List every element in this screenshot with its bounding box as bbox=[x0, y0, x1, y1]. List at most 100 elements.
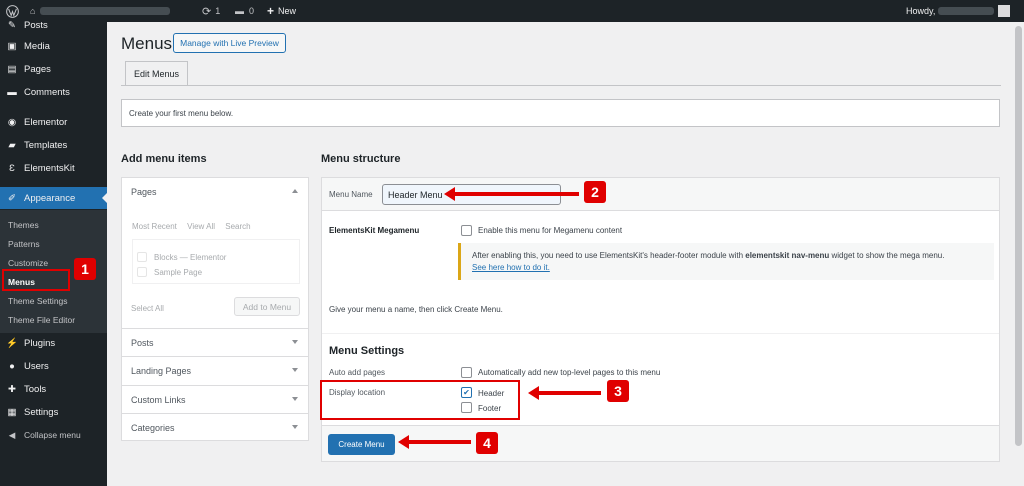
megamenu-checkbox[interactable] bbox=[461, 225, 472, 236]
account-menu[interactable]: Howdy, bbox=[906, 0, 1011, 22]
accordion-custom-links[interactable]: Custom Links bbox=[122, 385, 308, 413]
divider bbox=[322, 333, 999, 334]
add-to-menu-button[interactable]: Add to Menu bbox=[234, 297, 300, 316]
sidebar-item-comments[interactable]: ▬ Comments bbox=[0, 81, 107, 103]
updates-link[interactable]: ⟳ 1 bbox=[202, 0, 220, 22]
admin-sidebar: ✎ Posts ▣ Media ▤ Pages ▬ Comments ◉ Elemento… bbox=[0, 20, 107, 486]
folder-icon: ▰ bbox=[8, 139, 16, 151]
sidebar-item-label: Tools bbox=[24, 383, 47, 395]
megamenu-warning: After enabling this, you need to use Ele… bbox=[458, 243, 994, 280]
sidebar-item-label: Pages bbox=[24, 63, 51, 75]
annotation-badge-1: 1 bbox=[74, 258, 96, 280]
new-label: New bbox=[278, 6, 297, 16]
tab-view-all[interactable]: View All bbox=[187, 222, 215, 231]
sidebar-item-plugins[interactable]: ⚡ Plugins bbox=[0, 332, 107, 354]
sidebar-item-templates[interactable]: ▰ Templates bbox=[0, 134, 107, 156]
sidebar-item-label: Plugins bbox=[24, 337, 56, 349]
page-title: Menus bbox=[121, 34, 173, 53]
comments-link[interactable]: ▬ 0 bbox=[235, 0, 254, 22]
accordion-pages[interactable]: Pages bbox=[122, 178, 308, 206]
elementor-icon: ◉ bbox=[7, 116, 17, 128]
checkbox-page-blocks[interactable] bbox=[137, 252, 147, 262]
accordion-pages-label: Pages bbox=[131, 187, 157, 197]
sidebar-item-posts[interactable]: ✎ Posts bbox=[0, 14, 107, 36]
elementskit-icon: Ɛ bbox=[9, 162, 15, 174]
sidebar-item-label: Settings bbox=[24, 406, 59, 418]
annotation-box-menus bbox=[2, 269, 70, 291]
brush-icon: ✐ bbox=[8, 192, 16, 204]
admin-bar: ⌂ ⟳ 1 ▬ 0 + New Howdy, bbox=[0, 0, 1024, 22]
collapse-menu-button[interactable]: ◀ Collapse menu bbox=[0, 424, 107, 446]
accordion-posts[interactable]: Posts bbox=[122, 328, 308, 356]
page-option-sample: Sample Page bbox=[154, 268, 203, 277]
annotation-badge-3: 3 bbox=[607, 380, 629, 402]
warning-bold-text: elementskit nav-menu bbox=[745, 251, 830, 260]
annotation-arrow-2 bbox=[444, 187, 579, 201]
comments-count: 0 bbox=[249, 6, 255, 16]
select-all-link[interactable]: Select All bbox=[131, 304, 164, 313]
tab-edit-menus[interactable]: Edit Menus bbox=[125, 61, 188, 85]
menu-name-label: Menu Name bbox=[329, 190, 373, 199]
sidebar-item-label: Collapse menu bbox=[24, 430, 81, 440]
notice-text: Create your first menu below. bbox=[129, 108, 234, 118]
auto-add-text: Automatically add new top-level pages to… bbox=[478, 368, 661, 377]
accordion-label: Custom Links bbox=[131, 394, 186, 405]
info-notice: Create your first menu below. bbox=[121, 99, 1000, 127]
chevron-down-icon bbox=[292, 425, 298, 432]
accordion-landing-pages[interactable]: Landing Pages bbox=[122, 356, 308, 384]
pin-icon: ✎ bbox=[8, 19, 16, 31]
sidebar-item-users[interactable]: ● Users bbox=[0, 355, 107, 377]
auto-add-checkbox[interactable] bbox=[461, 367, 472, 378]
chevron-down-icon bbox=[292, 397, 298, 404]
accordion-label: Categories bbox=[131, 422, 175, 433]
megamenu-checkbox-label: Enable this menu for Megamenu content bbox=[478, 226, 623, 235]
give-name-hint: Give your menu a name, then click Create… bbox=[329, 305, 503, 314]
submenu-item-theme-settings[interactable]: Theme Settings bbox=[8, 296, 68, 306]
tab-most-recent[interactable]: Most Recent bbox=[132, 222, 177, 231]
menu-structure-heading: Menu structure bbox=[321, 153, 401, 165]
sidebar-item-label: Posts bbox=[24, 19, 48, 31]
menu-name-value: Header Menu bbox=[388, 189, 443, 200]
tab-search[interactable]: Search bbox=[225, 222, 250, 231]
menu-settings-heading: Menu Settings bbox=[329, 345, 405, 357]
pages-icon: ▤ bbox=[7, 63, 17, 75]
sidebar-item-tools[interactable]: ✚ Tools bbox=[0, 378, 107, 400]
live-preview-button[interactable]: Manage with Live Preview bbox=[173, 33, 286, 53]
megamenu-label: ElementsKit Megamenu bbox=[329, 226, 420, 235]
sidebar-item-pages[interactable]: ▤ Pages bbox=[0, 58, 107, 80]
accordion-categories[interactable]: Categories bbox=[122, 413, 308, 441]
sidebar-item-elementor[interactable]: ◉ Elementor bbox=[0, 111, 107, 133]
submenu-item-theme-file-editor[interactable]: Theme File Editor bbox=[8, 315, 75, 325]
users-icon: ● bbox=[9, 360, 15, 372]
sidebar-item-elementskit[interactable]: Ɛ ElementsKit bbox=[0, 157, 107, 179]
annotation-badge-2: 2 bbox=[584, 181, 606, 203]
accordion-label: Landing Pages bbox=[131, 365, 192, 376]
comments-icon: ▬ bbox=[7, 86, 17, 98]
warning-text-1: After enabling this, you need to use Ele… bbox=[472, 251, 746, 260]
checkbox-page-sample[interactable] bbox=[137, 267, 147, 277]
sidebar-item-label: ElementsKit bbox=[24, 162, 75, 174]
chevron-up-icon bbox=[292, 186, 298, 193]
menu-name-bar: Menu Name Header Menu bbox=[322, 178, 999, 211]
sidebar-item-media[interactable]: ▣ Media bbox=[0, 35, 107, 57]
pages-tabs: Most Recent View All Search bbox=[132, 222, 259, 231]
settings-icon: ▦ bbox=[7, 406, 17, 418]
annotation-box-display-location bbox=[320, 380, 520, 420]
avatar bbox=[998, 5, 1011, 17]
wrench-icon: ✚ bbox=[8, 383, 16, 395]
create-menu-button[interactable]: Create Menu bbox=[328, 434, 395, 455]
comment-icon: ▬ bbox=[235, 6, 244, 16]
annotation-badge-4: 4 bbox=[476, 432, 498, 454]
how-to-link[interactable]: See here how to do it. bbox=[472, 263, 550, 272]
new-content-link[interactable]: + New bbox=[267, 0, 296, 22]
submenu-item-patterns[interactable]: Patterns bbox=[8, 239, 40, 249]
submenu-item-themes[interactable]: Themes bbox=[8, 220, 39, 230]
chevron-down-icon bbox=[292, 340, 298, 347]
submenu-item-customize[interactable]: Customize bbox=[8, 258, 48, 268]
sidebar-item-label: Appearance bbox=[24, 192, 76, 204]
plug-icon: ⚡ bbox=[6, 337, 18, 349]
sidebar-item-appearance[interactable]: ✐ Appearance bbox=[0, 187, 107, 209]
sidebar-item-settings[interactable]: ▦ Settings bbox=[0, 401, 107, 423]
scrollbar-thumb[interactable] bbox=[1015, 26, 1022, 446]
tab-divider bbox=[121, 85, 1001, 86]
